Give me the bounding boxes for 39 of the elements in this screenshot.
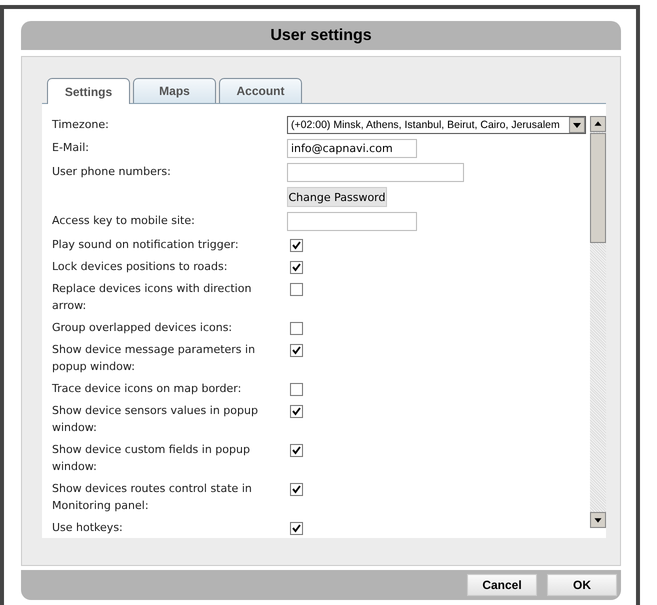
input-field[interactable]: [287, 163, 464, 182]
scroll-down-icon[interactable]: [590, 512, 606, 528]
checkbox[interactable]: [290, 444, 303, 457]
scroll-up-icon[interactable]: [590, 116, 606, 132]
scrollbar-thumb[interactable]: [590, 133, 606, 243]
field-label: Access key to mobile site:: [52, 213, 196, 229]
checkbox[interactable]: [290, 522, 303, 535]
field-label: Play sound on notification trigger:: [52, 237, 240, 253]
field-label: Timezone:: [52, 117, 110, 133]
checkbox[interactable]: [290, 483, 303, 496]
checkbox[interactable]: [290, 383, 303, 396]
field-label: Show device custom fields in popup window:: [52, 442, 251, 475]
timezone-dropdown[interactable]: (+02:00) Minsk, Athens, Istanbul, Beirut, Cairo, Jerusalem: [287, 116, 586, 134]
checkbox[interactable]: [290, 405, 303, 418]
field-label: Group overlapped devices icons:: [52, 320, 234, 336]
input-field[interactable]: info@capnavi.com: [287, 139, 417, 158]
field-label: Replace devices icons with direction arrow:: [52, 281, 252, 314]
field-label: Show device sensors values in popup window:: [52, 403, 259, 436]
field-label: Show device message parameters in popup window:: [52, 342, 256, 375]
dialog-title: User settings: [270, 26, 372, 44]
checkbox[interactable]: [290, 239, 303, 252]
field-label: Trace device icons on map border:: [52, 381, 242, 397]
dialog-button[interactable]: OK: [547, 574, 617, 596]
tab[interactable]: Maps: [133, 78, 216, 103]
tab[interactable]: Settings: [47, 78, 130, 104]
field-label: Lock devices positions to roads:: [52, 259, 228, 275]
checkbox[interactable]: [290, 261, 303, 274]
field-label: E-Mail:: [52, 140, 90, 156]
dialog-button[interactable]: Cancel: [467, 574, 537, 596]
checkbox[interactable]: [290, 344, 303, 357]
input-field[interactable]: [287, 212, 417, 231]
tab[interactable]: Account: [219, 78, 302, 103]
field-label: Use hotkeys:: [52, 520, 124, 536]
checkbox[interactable]: [290, 322, 303, 335]
field-label: User phone numbers:: [52, 164, 172, 180]
checkbox[interactable]: [290, 283, 303, 296]
field-label: Show devices routes control state in Monitoring panel:: [52, 481, 253, 514]
change-password-button[interactable]: Change Password: [287, 187, 387, 207]
scrollbar[interactable]: [590, 116, 606, 528]
